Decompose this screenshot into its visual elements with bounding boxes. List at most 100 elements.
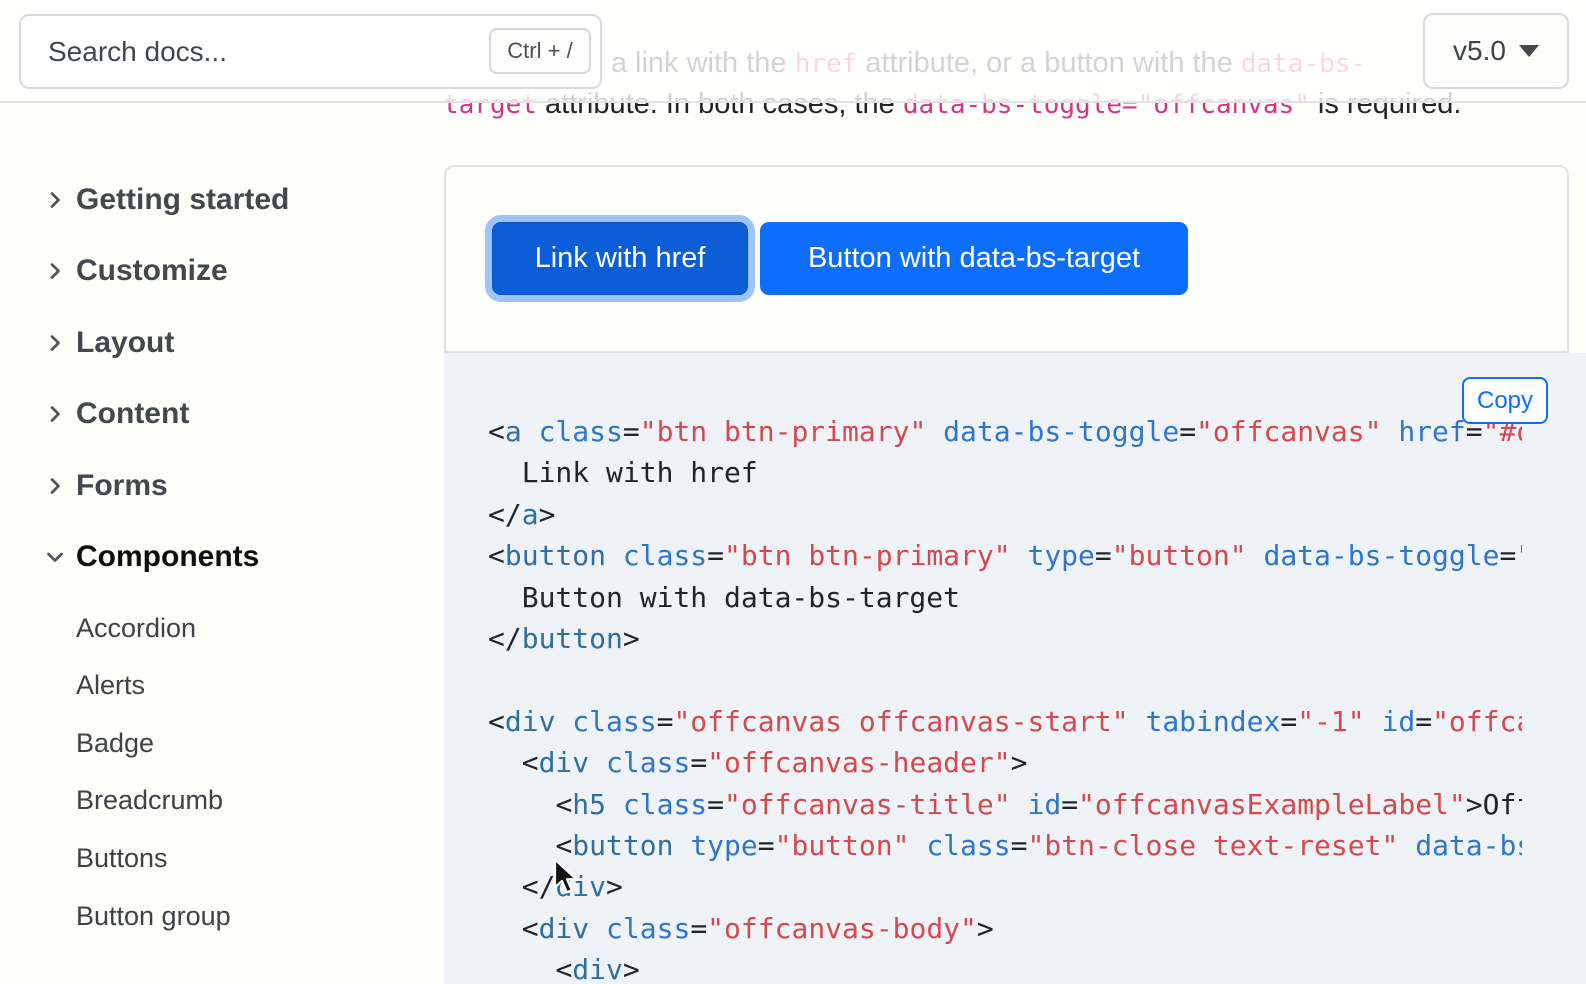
code-token: =	[707, 539, 725, 573]
code-token: "offcanvas-title"	[724, 787, 1011, 821]
code-token: tabindex	[1145, 704, 1281, 738]
code-token: >	[622, 953, 640, 984]
code-token: =	[1010, 828, 1028, 862]
code-token: type	[1027, 539, 1095, 573]
code-token: <	[488, 415, 505, 448]
code-token: id	[1381, 704, 1416, 738]
code-token: <	[521, 911, 539, 945]
sidebar-section-content[interactable]: Content	[43, 394, 189, 434]
code-token: class	[572, 704, 657, 738]
code-token: data-bs-toggle	[943, 415, 1180, 448]
code-line: <div class="offcanvas-body">	[488, 908, 1522, 949]
code-token: >	[1010, 746, 1028, 780]
code-token: button	[504, 539, 607, 573]
code-token: <	[488, 704, 505, 738]
code-token: "offcanvas"	[1196, 415, 1382, 448]
code-token: div	[538, 911, 590, 945]
code-token: a	[504, 415, 522, 448]
code-line: </button>	[488, 618, 1522, 659]
code-token: "button"	[774, 828, 910, 862]
sidebar-section-layout[interactable]: Layout	[43, 323, 174, 363]
code-token: =	[622, 415, 640, 448]
sidebar-item-button-group[interactable]: Button group	[76, 899, 231, 933]
code-token: </	[488, 621, 522, 655]
chevron-down-icon	[1518, 45, 1539, 57]
code-token: "-1"	[1297, 704, 1365, 738]
code-token: class	[622, 787, 708, 821]
sidebar-section-getting-started[interactable]: Getting started	[43, 180, 289, 220]
code-token: <	[555, 953, 573, 984]
code-token: >	[622, 621, 640, 655]
code-line: <button class="btn btn-primary" type="bu…	[488, 535, 1522, 576]
code-token: "offcanvas-header"	[707, 746, 1011, 780]
sidebar-section-customize[interactable]: Customize	[43, 251, 228, 291]
example-button-with-data-bs-target[interactable]: Button with data-bs-target	[760, 222, 1188, 295]
code-token: =	[1094, 539, 1112, 573]
code-token: "btn btn-primary"	[639, 415, 927, 448]
code-token: Offcanvas	[1482, 787, 1522, 821]
sidebar-item-label: Badge	[76, 727, 155, 758]
docs-header: Ctrl + / v5.0	[0, 0, 1586, 103]
code-token: h5	[572, 787, 607, 821]
code-token: class	[606, 746, 691, 780]
example-link-with-href-button[interactable]: Link with href	[492, 222, 748, 295]
code-token: =	[1280, 704, 1298, 738]
code-token: =	[690, 746, 708, 780]
sidebar-item-label: Button group	[76, 900, 231, 931]
code-line: <div class="offcanvas offcanvas-start" t…	[488, 701, 1522, 742]
sidebar-item-breadcrumb[interactable]: Breadcrumb	[76, 784, 223, 818]
code-token: "offcanvasExample"	[1432, 704, 1522, 738]
sidebar-section-label: Customize	[76, 254, 228, 288]
code-token: div	[538, 746, 590, 780]
sidebar-item-badge[interactable]: Badge	[76, 726, 154, 760]
sidebar-section-label: Forms	[76, 468, 168, 502]
code-token: =	[707, 787, 725, 821]
code-token: type	[690, 828, 758, 862]
code-line: Button with data-bs-target	[488, 577, 1522, 618]
code-token: class	[538, 415, 623, 448]
mouse-cursor-icon	[552, 858, 579, 901]
code-token: button	[572, 828, 674, 862]
sidebar-item-label: Alerts	[76, 670, 146, 701]
sidebar-item-accordion[interactable]: Accordion	[76, 611, 196, 645]
chevron-down-icon	[47, 552, 63, 562]
code-line: <h5 class="offcanvas-title" id="offcanva…	[488, 784, 1522, 825]
chevron-right-icon	[50, 263, 60, 280]
code-token: data-bs-toggle	[1263, 539, 1500, 573]
sidebar-section-label: Components	[76, 540, 260, 573]
code-token: </	[521, 870, 556, 904]
code-token: "button"	[1111, 539, 1247, 573]
sidebar-item-buttons[interactable]: Buttons	[76, 841, 168, 875]
code-line: </div>	[488, 866, 1522, 907]
chevron-right-icon	[50, 406, 60, 423]
sidebar-item-alerts[interactable]: Alerts	[76, 669, 145, 703]
sidebar-section-forms[interactable]: Forms	[43, 466, 168, 506]
sidebar-item-label: Breadcrumb	[76, 785, 224, 816]
search-shortcut-kbd: Ctrl + /	[489, 28, 591, 74]
copy-code-button[interactable]: Copy	[1462, 377, 1548, 424]
code-token: =	[1061, 787, 1079, 821]
code-token: =	[757, 828, 775, 862]
chevron-right-icon	[50, 334, 60, 351]
sidebar-section-components[interactable]: Components	[43, 537, 259, 577]
code-line: <a class="btn btn-primary" data-bs-toggl…	[488, 411, 1522, 452]
code-token: Link with href	[488, 456, 758, 490]
code-token: =	[1415, 704, 1433, 738]
code-token: "btn-close text-reset"	[1027, 828, 1399, 862]
code-token: =	[690, 911, 708, 945]
code-token: =	[656, 704, 674, 738]
code-line: <div>	[488, 949, 1522, 984]
version-dropdown-button[interactable]: v5.0	[1423, 13, 1569, 89]
code-token: id	[1027, 787, 1062, 821]
